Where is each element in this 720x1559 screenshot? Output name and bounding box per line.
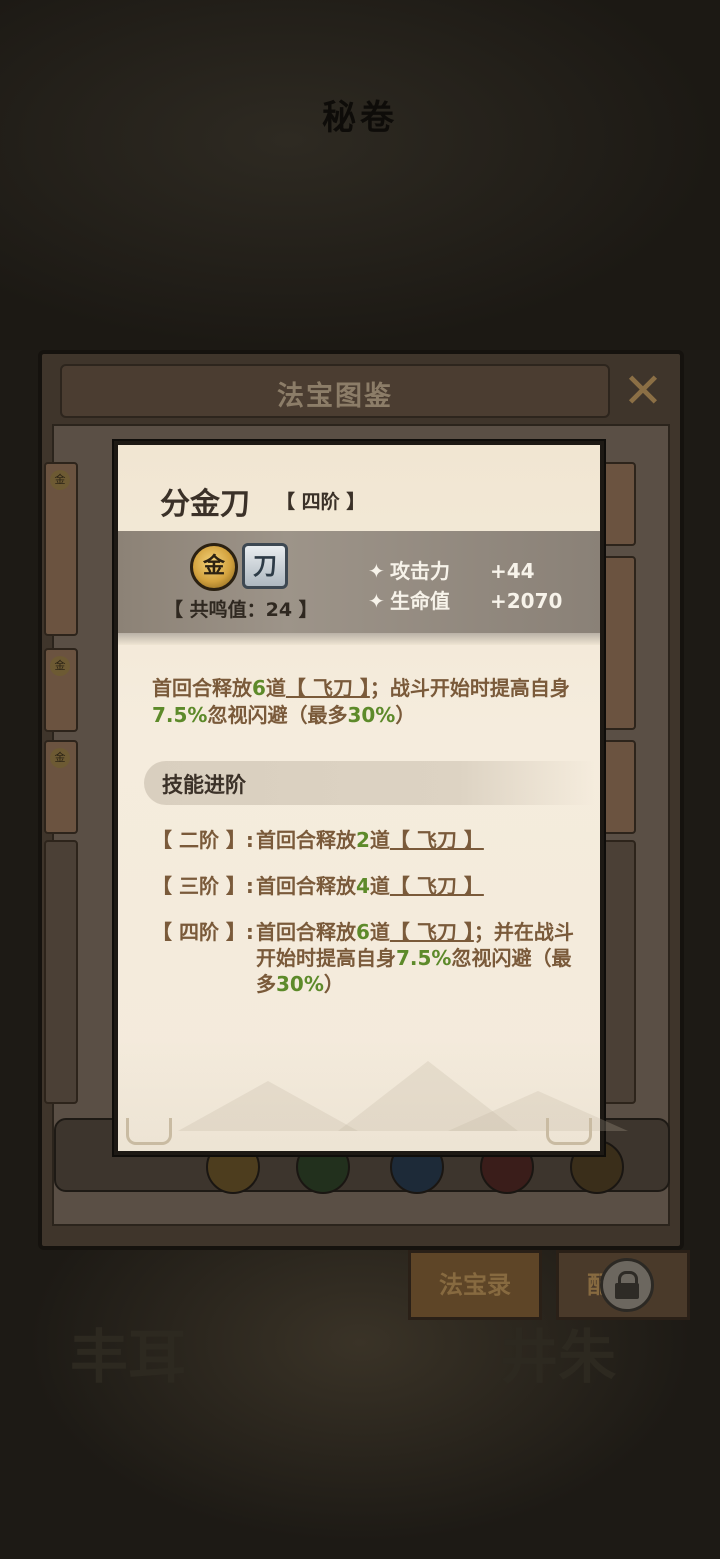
tab-treasure-record[interactable]: 法宝录 [408, 1250, 542, 1320]
tier-number: 4 [356, 874, 370, 898]
catalog-slot[interactable]: 金 [44, 740, 78, 834]
stat-label: 生命值 [390, 589, 450, 613]
catalog-slot[interactable]: 金 [44, 462, 78, 636]
desc-number: 30% [347, 703, 396, 727]
stat-value: +2070 [490, 589, 563, 613]
catalog-slot[interactable] [602, 740, 636, 834]
catalog-title: 法宝图鉴 [277, 381, 393, 412]
item-name: 分金刀 [160, 487, 250, 522]
catalog-header: 法宝图鉴 [60, 364, 610, 418]
blade-type-icon: 刀 [242, 543, 288, 589]
tier-number: 6 [356, 920, 370, 944]
tier-text: 首回合释放6道【 飞刀 】；并在战斗开始时提高自身7.5%忽视闪避（最多30%） [256, 919, 586, 997]
desc-number: 6 [252, 676, 266, 700]
close-x-icon[interactable]: ✕ [618, 366, 668, 416]
skill-link[interactable]: 【 飞刀 】 [390, 828, 484, 852]
tier-desc: ） [323, 972, 344, 996]
catalog-slot[interactable] [602, 462, 636, 546]
tier-desc: 首回合释放 [256, 828, 356, 852]
item-tier: 【 四阶 】 [276, 491, 366, 513]
stat-label: 攻击力 [390, 559, 450, 583]
tier-desc: 道 [369, 874, 390, 898]
stat-attack: ✦ 攻击力 +44 [368, 555, 535, 584]
desc-text: 道 [265, 676, 286, 700]
skill-link[interactable]: 【 飞刀 】 [390, 920, 474, 944]
tier-label: 【 四阶 】: [152, 920, 254, 944]
tier-desc: 首回合释放 [256, 874, 356, 898]
slot-badge-icon: 金 [50, 656, 70, 676]
background-bottom-left-text: 丰耳 [70, 1323, 187, 1391]
skill-link[interactable]: 【 飞刀 】 [390, 874, 484, 898]
desc-number: 7.5% [152, 703, 208, 727]
slot-badge-icon: 金 [50, 748, 70, 768]
background-bottom-right-text: 井朱 [500, 1323, 617, 1391]
section-title: 技能进阶 [162, 773, 246, 797]
desc-text: 忽视闪避（最多 [207, 703, 348, 727]
card-title-row: 分金刀 【 四阶 】 [118, 445, 600, 531]
skill-link[interactable]: 【 飞刀 】 [286, 676, 370, 700]
catalog-slot[interactable] [602, 840, 636, 1104]
background-top [0, 0, 720, 350]
slot-badge-icon: 金 [50, 470, 70, 490]
tier-label: 【 二阶 】: [152, 828, 254, 852]
mountain-shape [178, 1081, 358, 1131]
resonance-value: 【 共鸣值：24 】 [164, 599, 318, 621]
tier-text: 首回合释放2道【 飞刀 】 [256, 827, 586, 853]
catalog-slot[interactable] [602, 556, 636, 730]
tier-label: 【 三阶 】: [152, 874, 254, 898]
stat-hp: ✦ 生命值 +2070 [368, 585, 562, 614]
diamond-icon: ✦ [368, 559, 385, 583]
tier-desc: 道 [369, 828, 390, 852]
tier-number: 7.5% [396, 946, 452, 970]
mountain-decoration [118, 1041, 628, 1151]
tier-number: 2 [356, 828, 370, 852]
catalog-slot[interactable]: 金 [44, 648, 78, 732]
desc-text: ） [395, 703, 416, 727]
catalog-slot[interactable] [44, 840, 78, 1104]
stat-value: +44 [490, 559, 535, 583]
scroll-corner-icon [126, 1118, 172, 1145]
item-description: 首回合释放6道【 飞刀 】；战斗开始时提高自身 7.5%忽视闪避（最多30%） [152, 675, 582, 729]
gold-element-icon: 金 [190, 543, 238, 591]
lock-icon [600, 1258, 654, 1312]
desc-text: 首回合释放 [152, 676, 252, 700]
tier-text: 首回合释放4道【 飞刀 】 [256, 873, 586, 899]
desc-text: ；战斗开始时提高自身 [369, 676, 570, 700]
treasure-detail-card: 分金刀 【 四阶 】 金 刀 【 共鸣值：24 】 ✦ 攻击力 +44 ✦ 生命值 +2… [114, 441, 628, 1155]
tier-desc: 道 [369, 920, 390, 944]
tier-number: 30% [276, 972, 324, 996]
skill-advancement-header: 技能进阶 [144, 761, 594, 805]
mountain-shape [448, 1091, 628, 1131]
diamond-icon: ✦ [368, 589, 385, 613]
tier-desc: 首回合释放 [256, 920, 356, 944]
background-title: 秘卷 [322, 98, 398, 138]
scroll-corner-icon [546, 1118, 592, 1145]
